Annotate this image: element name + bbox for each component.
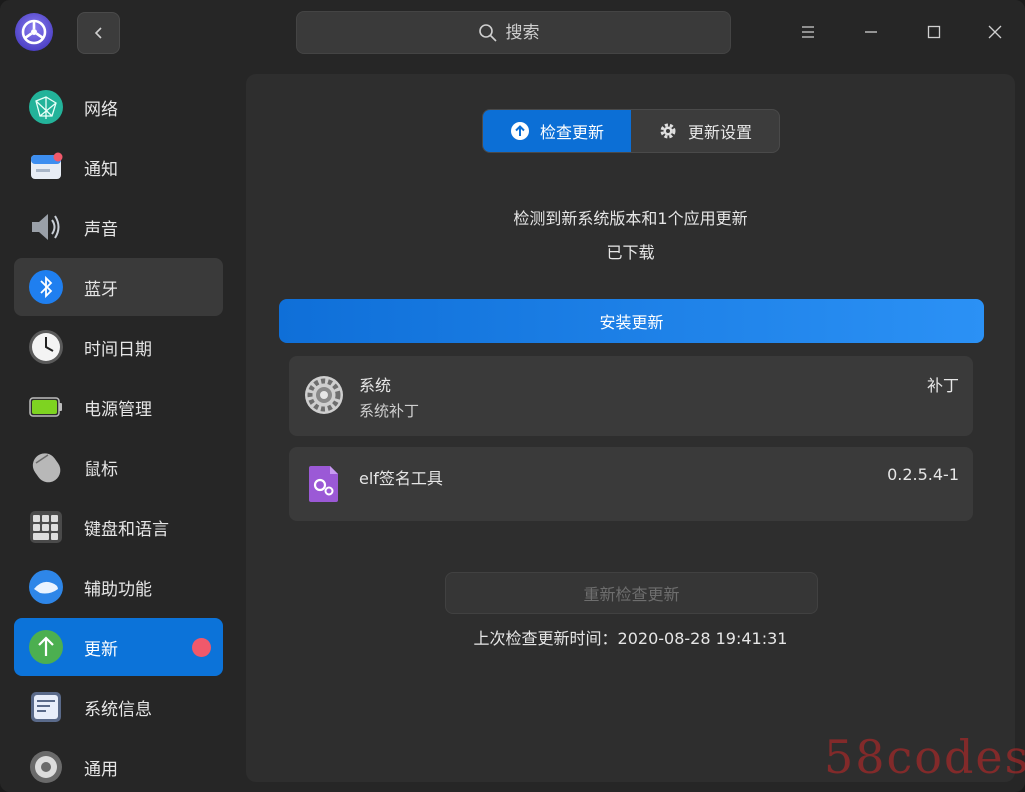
chevron-left-icon xyxy=(94,27,102,39)
sound-icon xyxy=(32,214,60,240)
menu-button[interactable] xyxy=(790,14,826,50)
tab-label: 更新设置 xyxy=(687,123,752,142)
sidebar-item-mouse[interactable]: 鼠标 xyxy=(14,438,223,496)
tab-check-update[interactable]: 检查更新 xyxy=(483,110,631,152)
download-status-text: 已下载 xyxy=(606,243,655,262)
gear-icon xyxy=(660,123,676,139)
titlebar xyxy=(0,0,1025,64)
search-box[interactable] xyxy=(296,11,731,54)
system-info-icon xyxy=(31,692,61,722)
update-item-elf-sign-tool: elf签名工具 0.2.5.4-1 xyxy=(289,447,973,521)
update-status-text: 检测到新系统版本和1个应用更新 xyxy=(513,209,748,228)
sidebar-item-notification[interactable]: 通知 xyxy=(14,138,223,196)
app-logo-icon xyxy=(15,13,53,51)
sidebar-item-label: 更新 xyxy=(84,640,118,660)
maximize-button[interactable] xyxy=(916,14,952,50)
minimize-icon xyxy=(865,31,877,33)
update-icon xyxy=(29,630,63,664)
mouse-icon xyxy=(32,453,61,483)
install-update-button[interactable]: 安装更新 xyxy=(279,299,984,343)
update-item-title: elf签名工具 xyxy=(359,469,443,488)
sidebar-item-label: 通知 xyxy=(84,160,118,180)
update-badge xyxy=(192,638,211,657)
update-item-subtitle: 系统补丁 xyxy=(359,402,420,420)
sidebar-item-sound[interactable]: 声音 xyxy=(14,198,223,256)
watermark-text: 58codes xyxy=(824,730,1025,784)
search-icon xyxy=(478,23,497,42)
sidebar-item-label: 声音 xyxy=(84,220,118,240)
sidebar-item-general[interactable]: 通用 xyxy=(14,738,223,792)
sidebar-item-bluetooth[interactable]: 蓝牙 xyxy=(14,258,223,316)
update-item-title: 系统 xyxy=(359,376,392,395)
sidebar-item-label: 网络 xyxy=(84,100,118,120)
update-item-system: 系统 系统补丁 补丁 xyxy=(289,356,973,436)
search-input[interactable] xyxy=(505,22,550,43)
sidebar-item-label: 时间日期 xyxy=(84,340,152,360)
minimize-button[interactable] xyxy=(853,14,889,50)
sidebar-item-label: 辅助功能 xyxy=(84,580,152,600)
sidebar: 网络 通知 声音 蓝牙 时间日期 电源管理 鼠标 键盘和语言 辅助功能 更新 系… xyxy=(0,64,236,792)
recheck-update-button[interactable]: 重新检查更新 xyxy=(445,572,818,614)
sidebar-item-label: 键盘和语言 xyxy=(84,520,169,540)
accessibility-icon xyxy=(29,570,63,604)
sidebar-item-label: 蓝牙 xyxy=(84,280,118,300)
sidebar-item-power[interactable]: 电源管理 xyxy=(14,378,223,436)
update-item-version: 0.2.5.4-1 xyxy=(887,465,959,484)
menu-icon xyxy=(802,26,814,38)
tab-update-settings[interactable]: 更新设置 xyxy=(631,110,779,152)
sidebar-item-label: 通用 xyxy=(84,760,118,780)
sidebar-item-datetime[interactable]: 时间日期 xyxy=(14,318,223,376)
bluetooth-icon xyxy=(29,270,63,304)
network-icon xyxy=(29,90,63,124)
maximize-icon xyxy=(927,25,941,39)
update-panel: 检查更新 更新设置 检测到新系统版本和1个应用更新 已下载 安装更新 系统 系统… xyxy=(246,74,1015,782)
control-center-window: 网络 通知 声音 蓝牙 xyxy=(0,0,1025,792)
notification-icon xyxy=(31,152,63,179)
arrow-up-circle-icon xyxy=(510,122,529,140)
sidebar-item-keyboard[interactable]: 键盘和语言 xyxy=(14,498,223,556)
keyboard-icon xyxy=(30,511,62,543)
close-icon xyxy=(988,25,1002,39)
sidebar-item-label: 电源管理 xyxy=(84,400,152,420)
system-gear-icon xyxy=(305,376,343,414)
clock-icon xyxy=(29,330,63,364)
sidebar-item-network[interactable]: 网络 xyxy=(14,78,223,136)
sidebar-item-label: 系统信息 xyxy=(84,700,152,720)
sidebar-item-system-info[interactable]: 系统信息 xyxy=(14,678,223,736)
update-item-version: 补丁 xyxy=(926,376,959,395)
sidebar-item-accessibility[interactable]: 辅助功能 xyxy=(14,558,223,616)
battery-icon xyxy=(29,397,62,417)
tab-label: 检查更新 xyxy=(539,123,604,142)
elf-sign-tool-icon xyxy=(309,466,338,502)
sidebar-item-update[interactable]: 更新 xyxy=(14,618,223,676)
close-button[interactable] xyxy=(977,14,1013,50)
back-button[interactable] xyxy=(77,12,120,54)
last-check-time: 上次检查更新时间：2020-08-28 19:41:31 xyxy=(473,629,788,648)
update-tabs: 检查更新 更新设置 xyxy=(482,109,780,153)
sidebar-item-label: 鼠标 xyxy=(84,460,118,480)
general-icon xyxy=(30,751,62,783)
